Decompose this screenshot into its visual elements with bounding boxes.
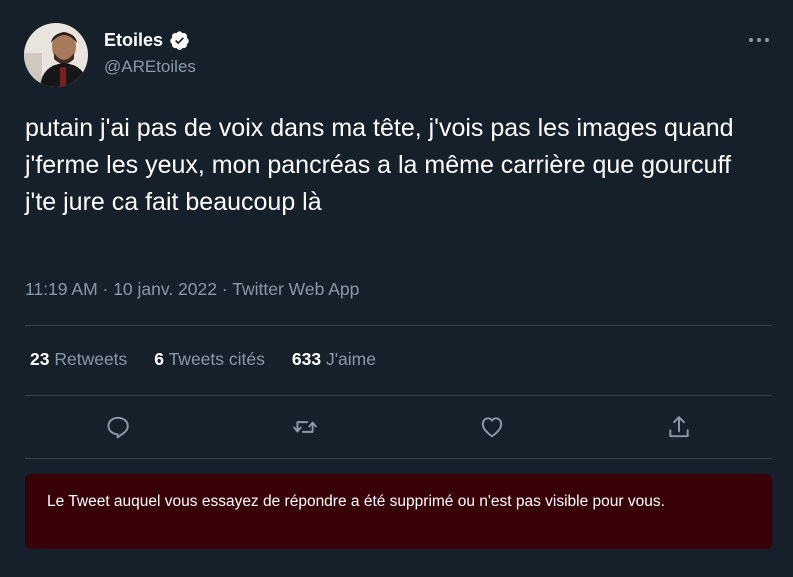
tweet-date[interactable]: 10 janv. 2022 (113, 279, 217, 299)
retweet-icon (293, 421, 317, 433)
share-icon (669, 416, 689, 438)
author-name-row[interactable]: Etoiles (104, 30, 190, 51)
more-horizontal-icon (749, 38, 769, 42)
verified-badge-icon (170, 31, 189, 50)
likes-label: J'aime (325, 349, 376, 369)
deleted-tweet-notice: Le Tweet auquel vous essayez de répondre… (25, 474, 772, 549)
retweets-label: Retweets (54, 349, 128, 369)
share-button[interactable] (659, 407, 699, 447)
display-name[interactable]: Etoiles (104, 30, 163, 51)
notice-text: Le Tweet auquel vous essayez de répondre… (47, 493, 665, 510)
profile-photo-icon (24, 23, 88, 87)
divider (25, 325, 772, 326)
retweets-stat[interactable]: 23 Retweets (30, 349, 127, 370)
meta-separator: · (97, 279, 114, 299)
likes-stat[interactable]: 633 J'aime (292, 349, 376, 370)
reply-button[interactable] (98, 407, 138, 447)
divider (25, 395, 772, 396)
tweet-stats: 23 Retweets 6 Tweets cités 633 J'aime (30, 349, 403, 370)
like-button[interactable] (472, 407, 512, 447)
quotes-label: Tweets cités (168, 349, 265, 369)
tweet-meta: 11:19 AM · 10 janv. 2022 · Twitter Web A… (25, 279, 359, 300)
likes-count: 633 (291, 349, 322, 369)
divider (25, 458, 772, 459)
author-handle[interactable]: @AREtoiles (104, 57, 196, 77)
meta-separator: · (217, 279, 233, 299)
quotes-stat[interactable]: 6 Tweets cités (154, 349, 265, 370)
quotes-count: 6 (154, 349, 165, 369)
heart-icon (481, 417, 503, 438)
retweet-button[interactable] (285, 407, 325, 447)
more-options-button[interactable] (746, 30, 772, 50)
tweet-text: putain j'ai pas de voix dans ma tête, j'… (25, 114, 734, 216)
retweets-count: 23 (30, 349, 50, 369)
avatar[interactable] (24, 23, 88, 87)
tweet-time[interactable]: 11:19 AM (25, 279, 98, 299)
reply-icon (107, 416, 129, 439)
tweet-source[interactable]: Twitter Web App (232, 279, 359, 299)
tweet-detail: Etoiles @AREtoiles putain j'ai pas de vo… (0, 0, 793, 577)
